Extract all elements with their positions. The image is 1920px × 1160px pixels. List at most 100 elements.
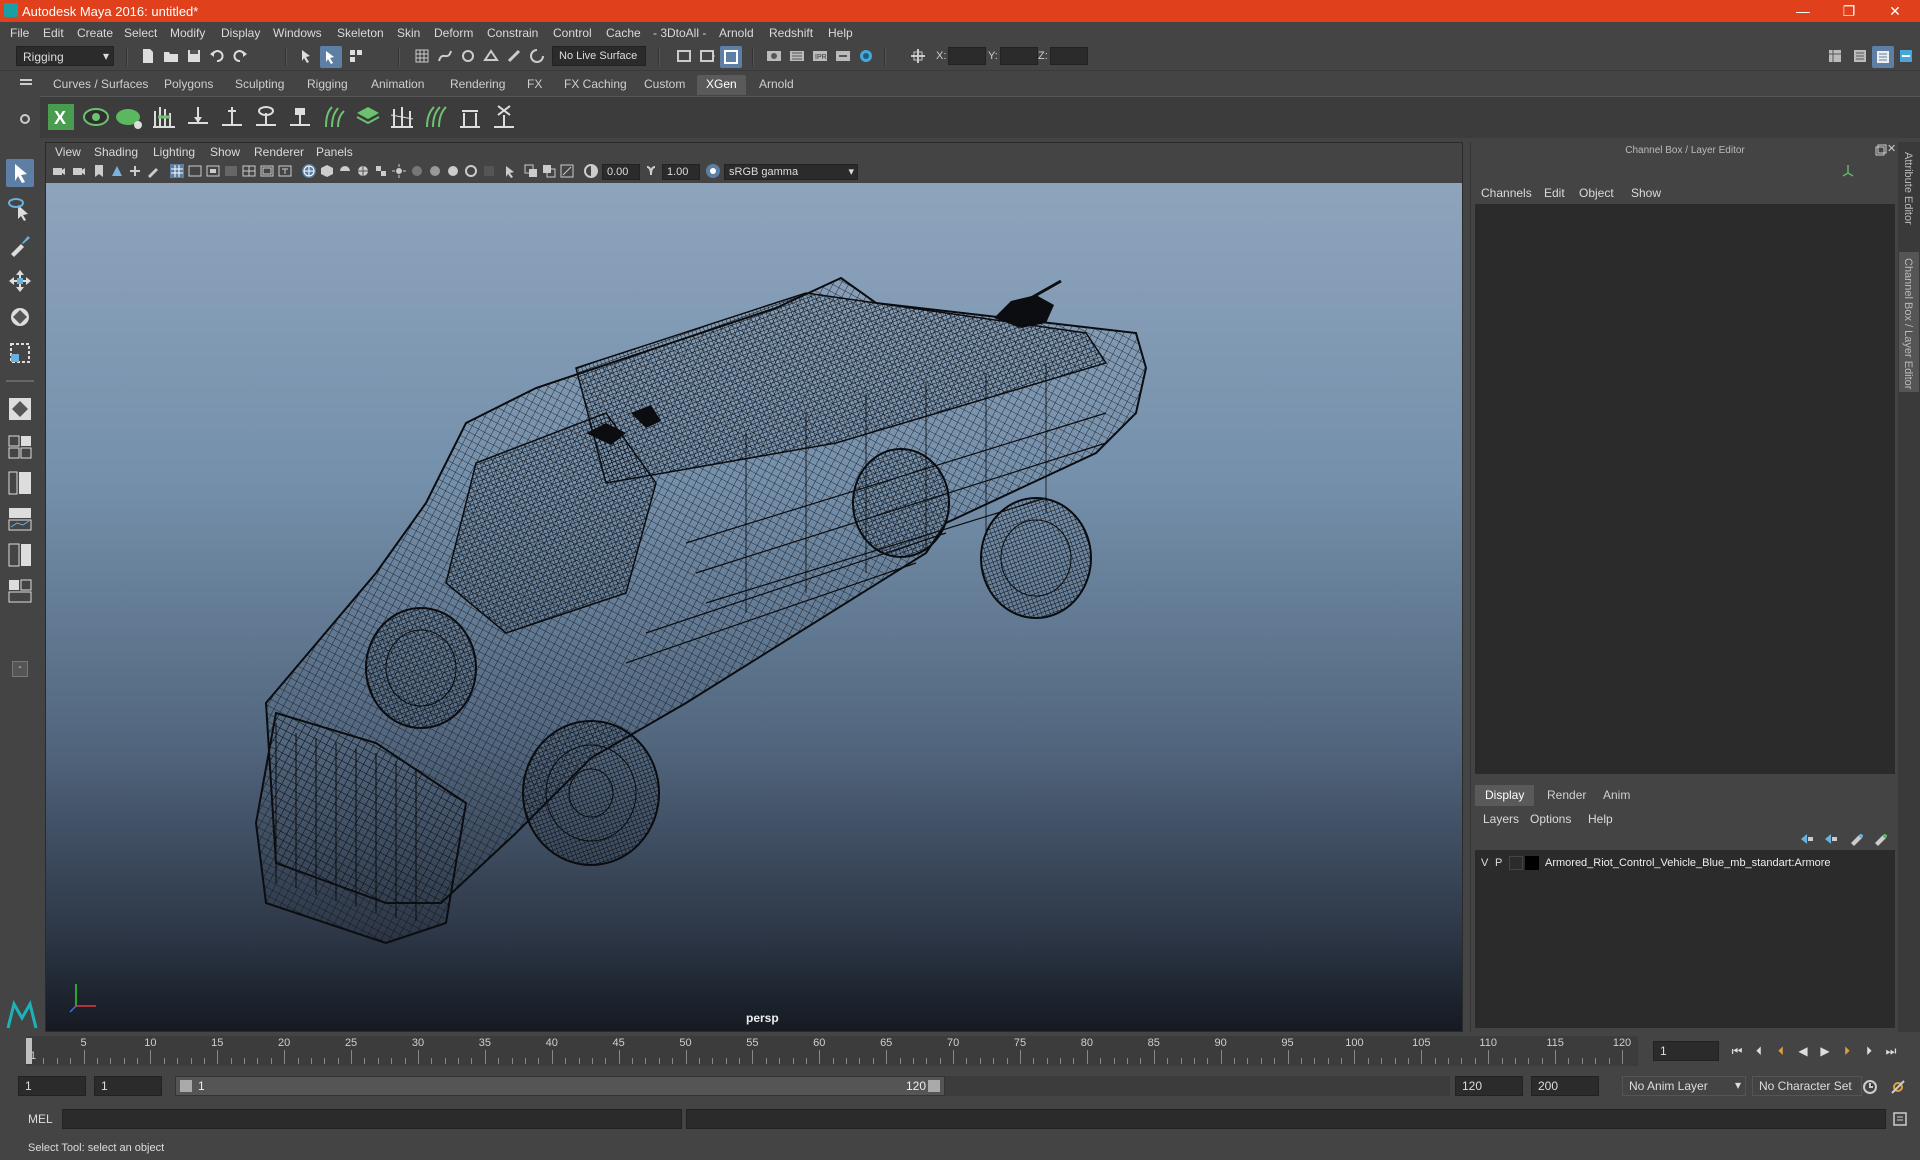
current-frame-field[interactable]: 1	[1653, 1041, 1719, 1061]
output-ops-icon[interactable]	[699, 48, 715, 64]
character-set-dropdown[interactable]: No Character Set	[1752, 1076, 1862, 1096]
menu-edit[interactable]: Edit	[43, 26, 64, 40]
gamma-icon[interactable]	[644, 164, 658, 178]
transform-mode-icon[interactable]	[910, 48, 926, 64]
cb-menu-object[interactable]: Object	[1579, 186, 1614, 200]
tab-anim[interactable]: Anim	[1593, 785, 1640, 806]
2d-pan-zoom-icon[interactable]	[128, 164, 142, 178]
layer-name[interactable]: Armored_Riot_Control_Vehicle_Blue_mb_sta…	[1545, 857, 1890, 869]
menu-display[interactable]: Display	[221, 26, 260, 40]
image-plane-icon[interactable]	[110, 164, 124, 178]
tab-rendering[interactable]: Rendering	[441, 75, 514, 95]
channel-list[interactable]	[1475, 204, 1895, 774]
scale-tool-icon[interactable]	[6, 339, 34, 367]
cb-menu-channels[interactable]: Channels	[1481, 186, 1532, 200]
xgen-interactive-groom-icon[interactable]	[320, 103, 348, 131]
xray-icon[interactable]	[524, 164, 538, 178]
smooth-shade-icon[interactable]	[320, 164, 334, 178]
viewport-canvas[interactable]: persp	[46, 183, 1462, 1031]
ipr-render-icon[interactable]: IPR	[812, 48, 828, 64]
grid-toggle-icon[interactable]	[170, 164, 184, 178]
close-button[interactable]: ✕	[1872, 0, 1918, 22]
lasso-tool-icon[interactable]	[6, 195, 34, 223]
new-layer-selected-icon[interactable]	[1873, 832, 1889, 846]
tab-fx[interactable]: FX	[518, 75, 551, 95]
step-back-frame-icon[interactable]: ⏴	[1774, 1044, 1788, 1058]
animation-start-field[interactable]: 1	[18, 1076, 86, 1096]
view-transform-dropdown[interactable]: sRGB gamma ▾	[724, 164, 858, 180]
layer-menu-help[interactable]: Help	[1588, 812, 1613, 826]
go-to-end-icon[interactable]: ⏭	[1884, 1044, 1898, 1058]
menu-windows[interactable]: Windows	[273, 26, 322, 40]
shelf-settings-icon[interactable]	[20, 114, 30, 124]
vp-menu-panels[interactable]: Panels	[316, 145, 353, 159]
maximize-button[interactable]: ❐	[1826, 0, 1872, 22]
manipulator-icon[interactable]	[1841, 164, 1855, 178]
layer-display-type[interactable]	[1509, 856, 1523, 870]
isolate-select-icon[interactable]	[504, 164, 518, 178]
layer-visibility-toggle[interactable]: V	[1481, 857, 1488, 869]
vp-menu-renderer[interactable]: Renderer	[254, 145, 304, 159]
script-editor-icon[interactable]	[1892, 1111, 1908, 1127]
input-ops-icon[interactable]	[676, 48, 692, 64]
use-all-lights-icon[interactable]	[392, 164, 406, 178]
playback-end-field[interactable]: 120	[1455, 1076, 1523, 1096]
move-layer-up-icon[interactable]	[1799, 832, 1815, 846]
menu-skin[interactable]: Skin	[397, 26, 420, 40]
xgen-groom-layers-icon[interactable]	[354, 103, 382, 131]
vp-menu-view[interactable]: View	[55, 145, 81, 159]
tab-rigging[interactable]: Rigging	[298, 75, 357, 95]
tool-settings-icon[interactable]	[1898, 48, 1914, 64]
xgen-editor-icon[interactable]: X	[47, 103, 75, 131]
render-view-icon[interactable]	[766, 48, 782, 64]
tab-arnold[interactable]: Arnold	[750, 75, 803, 95]
construction-history-button[interactable]	[720, 46, 742, 68]
xgen-brush-icon[interactable]	[456, 103, 484, 131]
xgen-preview-icon[interactable]	[82, 103, 110, 131]
xray-active-components-icon[interactable]	[542, 164, 556, 178]
bookmark-icon[interactable]	[92, 164, 106, 178]
anti-aliasing-icon[interactable]	[464, 164, 478, 178]
layer-menu-layers[interactable]: Layers	[1483, 812, 1519, 826]
xray-joints-icon[interactable]	[560, 164, 574, 178]
film-gate-icon[interactable]	[188, 164, 202, 178]
list-item[interactable]: V P Armored_Riot_Control_Vehicle_Blue_mb…	[1475, 856, 1895, 872]
command-input[interactable]	[62, 1109, 682, 1129]
snap-curve-icon[interactable]	[437, 48, 453, 64]
xgen-description-icon[interactable]	[116, 103, 144, 131]
vp-menu-shading[interactable]: Shading	[94, 145, 138, 159]
select-objects-button[interactable]	[320, 46, 342, 68]
modeling-toolkit-icon[interactable]	[1827, 48, 1843, 64]
animation-end-field[interactable]: 200	[1531, 1076, 1599, 1096]
tab-render[interactable]: Render	[1537, 785, 1596, 806]
snap-grid-icon[interactable]	[414, 48, 430, 64]
layer-playback-toggle[interactable]: P	[1495, 857, 1502, 869]
menu-select[interactable]: Select	[124, 26, 157, 40]
new-layer-icon[interactable]	[1849, 832, 1865, 846]
command-language-label[interactable]: MEL	[28, 1112, 53, 1126]
field-chart-icon[interactable]	[242, 164, 256, 178]
rotate-tool-icon[interactable]	[6, 303, 34, 331]
move-layer-down-icon[interactable]	[1823, 832, 1839, 846]
step-forward-frame-icon[interactable]: ⏵	[1840, 1044, 1854, 1058]
float-panel-icon[interactable]	[1875, 144, 1887, 156]
persp-trax-layout-icon[interactable]	[6, 577, 34, 605]
open-scene-icon[interactable]	[163, 48, 179, 64]
channel-box-toggle-button[interactable]	[1872, 46, 1894, 68]
four-view-layout-icon[interactable]	[6, 433, 34, 461]
snap-view-plane-icon[interactable]	[483, 48, 499, 64]
xgen-delete-guides-icon[interactable]	[490, 103, 518, 131]
render-current-icon[interactable]	[789, 48, 805, 64]
layer-color-swatch[interactable]	[1525, 856, 1539, 870]
animation-preferences-icon[interactable]	[1890, 1079, 1906, 1095]
xgen-sculpt-guide-icon[interactable]	[218, 103, 246, 131]
attribute-editor-toggle-icon[interactable]	[1852, 48, 1868, 64]
range-slider-bar[interactable]: 1 120	[175, 1076, 945, 1096]
new-scene-icon[interactable]	[140, 48, 156, 64]
redo-icon[interactable]	[232, 48, 248, 64]
single-perspective-layout-icon[interactable]	[6, 395, 34, 423]
tab-curves-surfaces[interactable]: Curves / Surfaces	[44, 75, 157, 95]
vp-menu-show[interactable]: Show	[210, 145, 240, 159]
playback-start-field[interactable]: 1	[94, 1076, 162, 1096]
tab-display[interactable]: Display	[1475, 785, 1535, 806]
